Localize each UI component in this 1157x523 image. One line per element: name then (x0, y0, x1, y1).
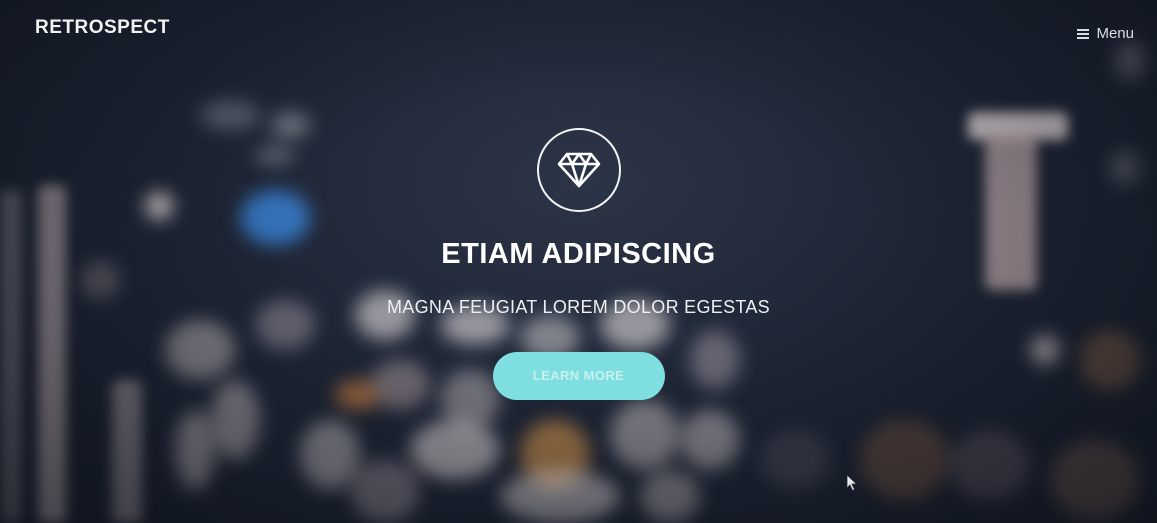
top-navigation: RETROSPECT Menu (0, 0, 1157, 60)
hero-screen: RETROSPECT Menu ETIAM ADIPISCING MAGNA F… (0, 0, 1157, 523)
menu-button[interactable]: Menu (1077, 25, 1134, 42)
hero-subtitle: MAGNA FEUGIAT LOREM DOLOR EGESTAS (387, 297, 770, 317)
mouse-cursor-icon (846, 474, 858, 492)
learn-more-button[interactable]: LEARN MORE (492, 352, 665, 400)
diamond-icon-circle (536, 128, 621, 212)
hero-title: ETIAM ADIPISCING (441, 238, 716, 270)
diamond-icon (557, 152, 600, 188)
hamburger-icon (1077, 28, 1090, 39)
hero-section: ETIAM ADIPISCING MAGNA FEUGIAT LOREM DOL… (0, 128, 1157, 400)
menu-label: Menu (1096, 25, 1134, 42)
site-logo[interactable]: RETROSPECT (35, 17, 170, 39)
